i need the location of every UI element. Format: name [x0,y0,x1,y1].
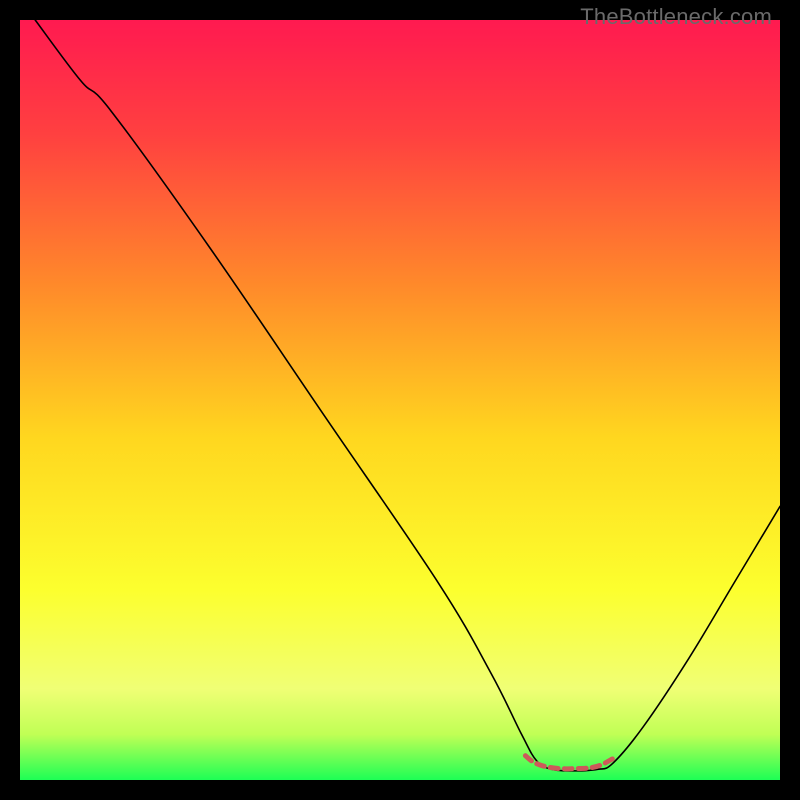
chart-background [20,20,780,780]
watermark-text: TheBottleneck.com [580,4,772,30]
bottleneck-chart [20,20,780,780]
chart-frame [20,20,780,780]
